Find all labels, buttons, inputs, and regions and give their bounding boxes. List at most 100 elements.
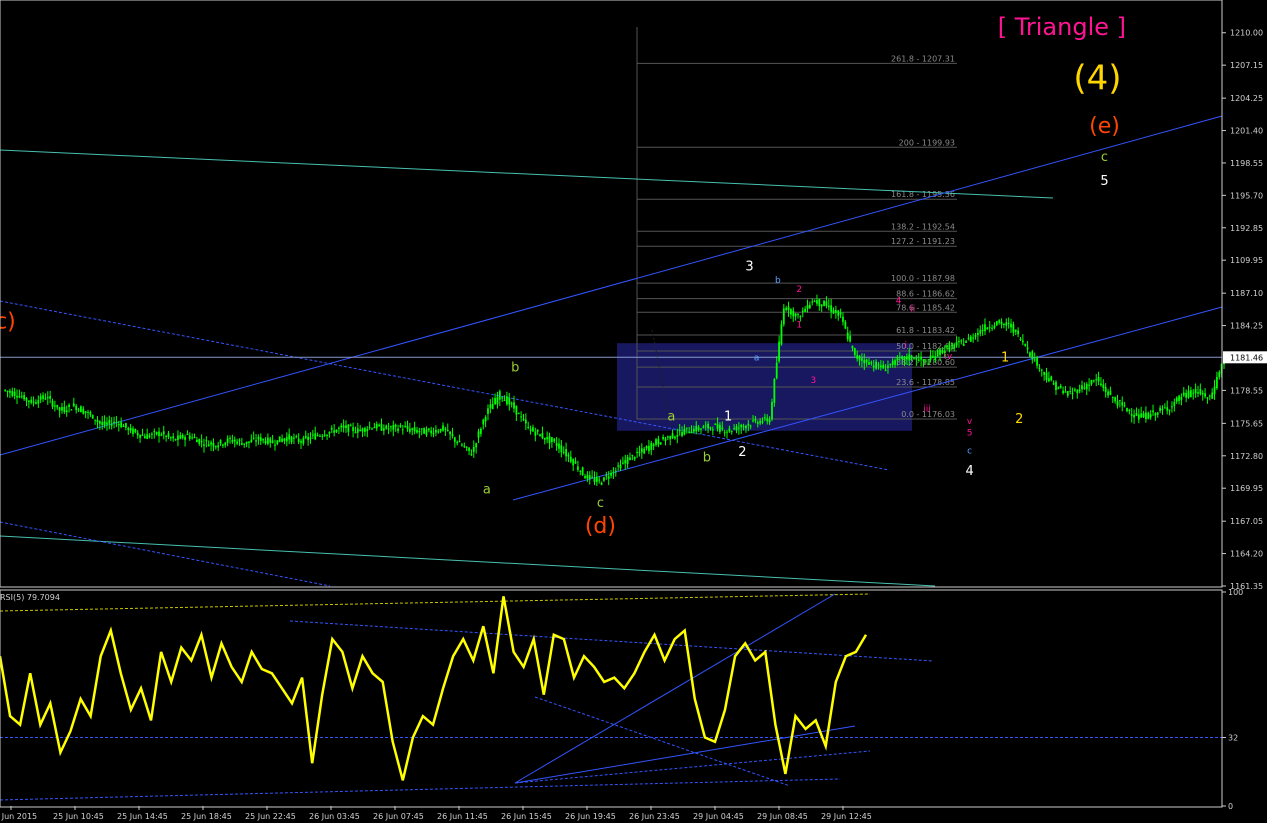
time-tick-label: 26 Jun 23:45 — [629, 812, 680, 821]
price-tick-label: 1109.95 — [1230, 256, 1263, 265]
candle-body — [1095, 379, 1098, 381]
price-tick-label: 1169.95 — [1230, 484, 1263, 493]
candle-body — [276, 440, 279, 444]
candle-body — [132, 428, 134, 434]
candle-body — [1178, 395, 1180, 402]
candle-body — [1007, 322, 1010, 324]
candle-body — [122, 426, 125, 428]
candle-body — [742, 426, 745, 428]
candle-body — [458, 441, 461, 443]
candle-body — [1201, 392, 1204, 395]
candle-body — [993, 325, 996, 328]
candle-body — [162, 431, 165, 435]
candle-body — [825, 301, 828, 306]
candle-body — [1000, 321, 1003, 325]
candle-body — [577, 466, 579, 470]
candle-body — [510, 403, 513, 405]
wave-label: v — [967, 417, 973, 427]
candle-body — [349, 425, 352, 427]
candle-body — [1005, 322, 1008, 326]
candle-body — [932, 356, 934, 358]
time-tick-label: 26 Jun 15:45 — [501, 812, 552, 821]
candle-body — [913, 358, 915, 360]
candle-body — [390, 426, 392, 428]
fib-level-label: 100.0 - 1187.98 — [891, 274, 955, 283]
candle-body — [1012, 324, 1015, 333]
candle-body — [290, 436, 293, 443]
candle-body — [1173, 402, 1176, 407]
candle-body — [255, 440, 257, 442]
candle-body — [401, 429, 404, 431]
candle-body — [1010, 323, 1012, 328]
candle-body — [63, 406, 66, 413]
candle-body — [790, 309, 792, 315]
candle-body — [1175, 397, 1178, 402]
candle-body — [451, 434, 454, 437]
candle-body — [756, 422, 759, 424]
candle-body — [430, 430, 433, 434]
candle-body — [1154, 413, 1157, 416]
candle-body — [155, 432, 158, 435]
candle-body — [311, 434, 314, 436]
candle-body — [598, 479, 601, 481]
candle-body — [636, 451, 638, 453]
candle-body — [153, 431, 156, 433]
rsi-pane — [0, 593, 1222, 801]
candle-body — [435, 429, 437, 433]
candle-body — [780, 324, 783, 345]
candle-body — [1104, 386, 1107, 392]
candle-body — [264, 440, 267, 444]
candle-body — [861, 358, 863, 361]
candle-body — [924, 360, 927, 362]
candle-body — [877, 364, 880, 366]
candle-body — [366, 429, 369, 432]
candle-body — [1102, 384, 1105, 388]
price-chart[interactable]: 261.8 - 1207.31200 - 1199.93161.8 - 1195… — [0, 0, 1267, 823]
candle-body — [898, 357, 901, 359]
candle-body — [771, 402, 773, 420]
candle-body — [737, 427, 740, 429]
candle-body — [695, 425, 698, 432]
candle-body — [32, 401, 35, 403]
candle-body — [477, 431, 480, 438]
candle-body — [1092, 380, 1095, 382]
candle-body — [300, 441, 302, 443]
candle-body — [489, 404, 492, 409]
current-price-value: 1181.46 — [1230, 353, 1263, 362]
candle-body — [787, 306, 790, 311]
candle-body — [726, 431, 728, 433]
candle-body — [330, 428, 333, 430]
candle-body — [496, 397, 499, 405]
candle-body — [1185, 392, 1188, 398]
candle-body — [110, 423, 113, 426]
candle-body — [1168, 409, 1171, 411]
time-tick-label: 25 Jun 14:45 — [117, 812, 168, 821]
candle-body — [1097, 377, 1100, 382]
candle-body — [56, 404, 59, 408]
candle-body — [927, 363, 930, 365]
candle-body — [177, 435, 179, 440]
candle-body — [830, 305, 833, 312]
candle-body — [648, 445, 650, 452]
candle-body — [752, 420, 754, 422]
candle-body — [610, 473, 612, 476]
candle-body — [761, 421, 764, 423]
candle-body — [671, 433, 674, 438]
candle-body — [697, 427, 700, 430]
candle-body — [652, 444, 655, 447]
candle-body — [550, 437, 553, 443]
candle-body — [1019, 339, 1022, 341]
candle-body — [193, 437, 196, 439]
candle-body — [309, 437, 312, 439]
time-tick-label: 26 Jun 19:45 — [565, 812, 616, 821]
candle-body — [461, 444, 463, 446]
candle-body — [1133, 414, 1135, 418]
candle-body — [979, 330, 982, 334]
price-tick-label: 1204.25 — [1230, 94, 1263, 103]
candle-body — [1128, 409, 1131, 411]
candle-body — [252, 437, 255, 439]
wave-label: 3 — [745, 259, 753, 274]
wave-label: (d) — [585, 514, 616, 539]
candle-body — [730, 431, 733, 433]
candle-body — [498, 391, 501, 400]
